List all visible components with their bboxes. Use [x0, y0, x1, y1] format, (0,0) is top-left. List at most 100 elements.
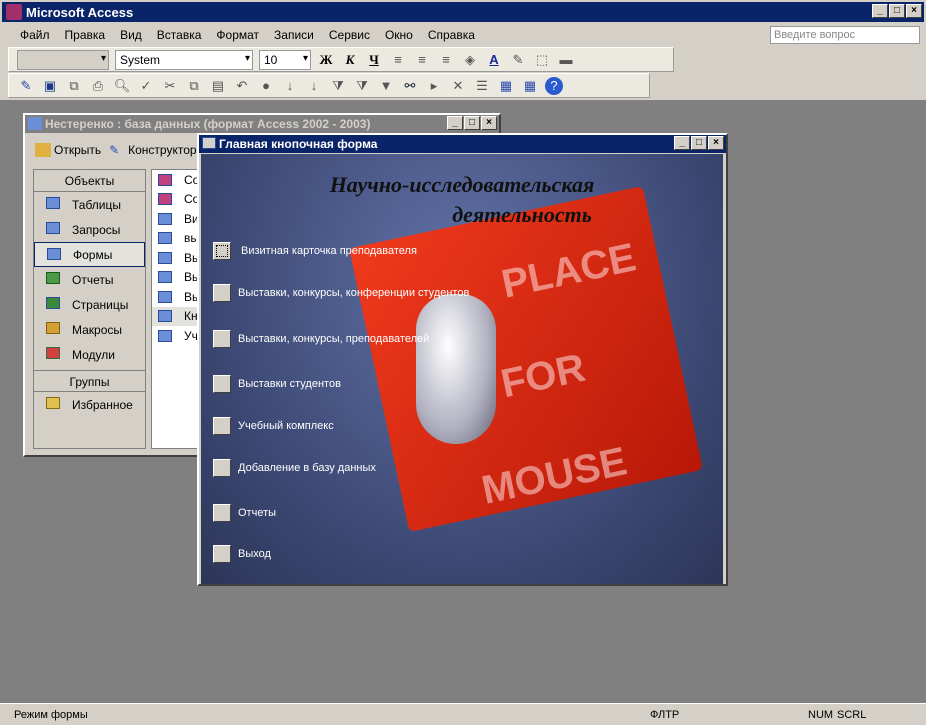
- paste-icon[interactable]: ▤: [209, 77, 227, 95]
- cut-icon[interactable]: ✂: [161, 77, 179, 95]
- heading-line-2: деятельность: [452, 202, 592, 227]
- object-reports[interactable]: Отчеты: [34, 267, 145, 292]
- print-icon[interactable]: ⎙: [89, 77, 107, 95]
- object-combo[interactable]: [17, 49, 109, 70]
- form-icon: [47, 248, 61, 260]
- object-label: Макросы: [72, 322, 123, 337]
- align-center-icon[interactable]: ≡: [413, 51, 431, 69]
- object-modules[interactable]: Модули: [34, 342, 145, 367]
- database-window-icon[interactable]: ▦: [497, 77, 515, 95]
- close-button[interactable]: ×: [906, 4, 922, 18]
- switchboard-label-8: Выход: [238, 548, 271, 560]
- groups-header[interactable]: Группы: [34, 370, 145, 392]
- group-label: Избранное: [72, 397, 133, 412]
- border-icon[interactable]: ⬚: [533, 51, 551, 69]
- switchboard-button-7[interactable]: [213, 504, 231, 522]
- switchboard-button-8[interactable]: [213, 545, 231, 563]
- line-color-icon[interactable]: ✎: [509, 51, 527, 69]
- font-combo[interactable]: System: [115, 49, 253, 70]
- view-icon[interactable]: ✎: [17, 77, 35, 95]
- help-search-input[interactable]: Введите вопрос: [770, 26, 920, 44]
- design-icon: ✎: [109, 143, 120, 157]
- object-queries[interactable]: Запросы: [34, 217, 145, 242]
- db-maximize-button[interactable]: □: [464, 116, 480, 130]
- object-label: Формы: [73, 247, 113, 262]
- object-pages[interactable]: Страницы: [34, 292, 145, 317]
- menu-view[interactable]: Вид: [120, 28, 142, 42]
- form-icon: [158, 251, 172, 264]
- copy-icon[interactable]: ⧉: [185, 77, 203, 95]
- minimize-button[interactable]: _: [872, 4, 888, 18]
- switchboard-content: PLACE FOR MOUSE Научно-исследовательская…: [201, 154, 723, 584]
- save-icon[interactable]: ▣: [41, 77, 59, 95]
- filter-by-form-icon[interactable]: ⧩: [353, 77, 371, 95]
- font-color-icon[interactable]: A: [485, 51, 503, 69]
- mouse-image: [416, 294, 496, 444]
- menu-format[interactable]: Формат: [216, 28, 259, 42]
- switchboard-button-2[interactable]: [213, 284, 231, 302]
- switchboard-button-6[interactable]: [213, 459, 231, 477]
- italic-button[interactable]: К: [341, 51, 359, 69]
- switchboard-button-1[interactable]: [213, 242, 231, 260]
- object-macros[interactable]: Макросы: [34, 317, 145, 342]
- switchboard-close-button[interactable]: ×: [708, 136, 724, 150]
- standard-toolbar: ✎ ▣ ⧉ ⎙ 🔍︎ ✓ ✂ ⧉ ▤ ↶ ● ↓ ↓ ⧩ ⧩ ▼ ⚯ ▸ ✕ ☰…: [8, 73, 650, 98]
- database-icon: [28, 117, 42, 130]
- menu-file[interactable]: Файл: [20, 28, 50, 42]
- design-button[interactable]: ✎ Конструктор: [109, 143, 196, 157]
- db-minimize-button[interactable]: _: [447, 116, 463, 130]
- object-tables[interactable]: Таблицы: [34, 192, 145, 217]
- switchboard-button-5[interactable]: [213, 417, 231, 435]
- align-right-icon[interactable]: ≡: [437, 51, 455, 69]
- new-object-icon[interactable]: ▦: [521, 77, 539, 95]
- menu-tools[interactable]: Сервис: [329, 28, 370, 42]
- properties-icon[interactable]: ☰: [473, 77, 491, 95]
- line-width-icon[interactable]: ▬: [557, 51, 575, 69]
- fill-color-icon[interactable]: ◈: [461, 51, 479, 69]
- filter-by-selection-icon[interactable]: ⧩: [329, 77, 347, 95]
- switchboard-button-4[interactable]: [213, 375, 231, 393]
- report-icon: [46, 272, 60, 284]
- open-button[interactable]: Открыть: [35, 143, 101, 157]
- new-record-icon[interactable]: ▸: [425, 77, 443, 95]
- print-preview-icon[interactable]: 🔍︎: [113, 77, 131, 95]
- font-size-combo[interactable]: 10: [259, 49, 311, 70]
- switchboard-minimize-button[interactable]: _: [674, 136, 690, 150]
- db-close-button[interactable]: ×: [481, 116, 497, 130]
- align-left-icon[interactable]: ≡: [389, 51, 407, 69]
- open-label: Открыть: [54, 143, 102, 157]
- sort-descending-icon[interactable]: ↓: [305, 77, 323, 95]
- switchboard-label-1: Визитная карточка преподавателя: [241, 245, 417, 257]
- create-icon: [158, 193, 172, 206]
- maximize-button[interactable]: □: [889, 4, 905, 18]
- apply-filter-icon[interactable]: ▼: [377, 77, 395, 95]
- formatting-toolbar: System 10 Ж К Ч ≡ ≡ ≡ ◈ A ✎ ⬚ ▬: [8, 47, 674, 72]
- menu-insert[interactable]: Вставка: [157, 28, 202, 42]
- delete-record-icon[interactable]: ✕: [449, 77, 467, 95]
- group-favorites[interactable]: Избранное: [34, 392, 145, 417]
- menu-records[interactable]: Записи: [274, 28, 314, 42]
- switchboard-label-5: Учебный комплекс: [238, 420, 334, 432]
- menu-window[interactable]: Окно: [385, 28, 413, 42]
- status-scrl: SCRL: [837, 708, 867, 721]
- form-icon: [202, 137, 216, 149]
- objects-header[interactable]: Объекты: [34, 170, 145, 192]
- switchboard-button-3[interactable]: [213, 330, 231, 348]
- file-search-icon[interactable]: ⧉: [65, 77, 83, 95]
- find-icon[interactable]: ⚯: [401, 77, 419, 95]
- hyperlink-icon[interactable]: ●: [257, 77, 275, 95]
- spelling-icon[interactable]: ✓: [137, 77, 155, 95]
- menu-edit[interactable]: Правка: [65, 28, 106, 42]
- switchboard-maximize-button[interactable]: □: [691, 136, 707, 150]
- list-item-label: Уч: [184, 328, 198, 343]
- undo-icon[interactable]: ↶: [233, 77, 251, 95]
- underline-button[interactable]: Ч: [365, 51, 383, 69]
- heading-line-1: Научно-исследовательская: [329, 172, 595, 197]
- status-num: NUM: [808, 708, 834, 721]
- bold-button[interactable]: Ж: [317, 51, 335, 69]
- object-forms[interactable]: Формы: [34, 242, 145, 267]
- help-icon[interactable]: ?: [545, 76, 563, 95]
- switchboard-label-3: Выставки, конкурсы, преподавателей: [238, 333, 430, 345]
- sort-ascending-icon[interactable]: ↓: [281, 77, 299, 95]
- menu-help[interactable]: Справка: [428, 28, 475, 42]
